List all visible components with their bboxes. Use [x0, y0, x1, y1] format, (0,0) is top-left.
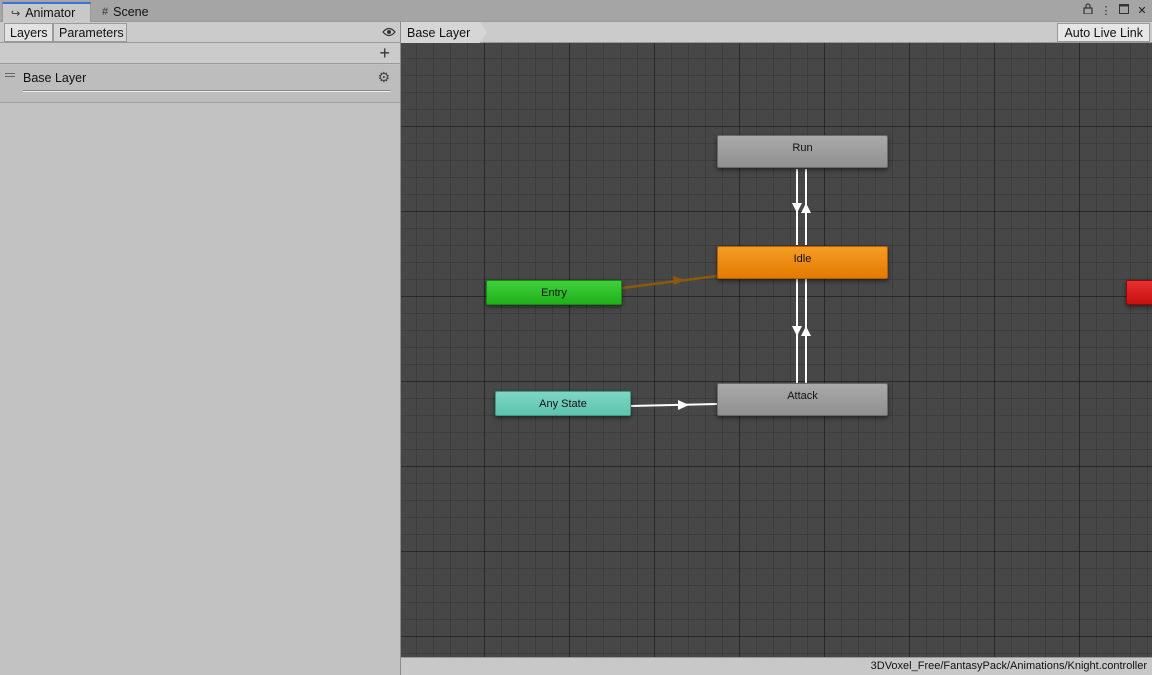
close-icon[interactable]: ✕ [1136, 4, 1148, 17]
state-any-state-label: Any State [539, 398, 587, 410]
arrow-head [792, 326, 802, 336]
grid-icon: # [102, 6, 109, 18]
asset-path: 3DVoxel_Free/FantasyPack/Animations/Knig… [870, 660, 1147, 672]
layer-name: Base Layer [23, 71, 87, 85]
state-attack-label: Attack [787, 390, 818, 402]
breadcrumb[interactable]: Base Layer [401, 22, 488, 43]
more-icon[interactable]: ⋮ [1100, 4, 1112, 17]
add-layer-icon[interactable]: + [379, 44, 390, 62]
state-any-state[interactable]: Any State [495, 391, 631, 416]
animator-icon: ↪ [11, 7, 21, 20]
arrow-head [801, 326, 811, 336]
transition-entry-to-idle[interactable] [621, 274, 718, 290]
tab-scene[interactable]: # Scene [94, 2, 164, 22]
lock-icon[interactable] [1082, 3, 1094, 17]
subtab-parameters[interactable]: Parameters [53, 23, 127, 42]
state-run-label: Run [792, 142, 813, 154]
arrow-head [801, 203, 811, 213]
state-entry[interactable]: Entry [486, 280, 622, 305]
status-bar: 3DVoxel_Free/FantasyPack/Animations/Knig… [401, 657, 1152, 675]
arrow-head [678, 400, 689, 410]
state-entry-label: Entry [541, 287, 567, 299]
layer-item[interactable]: Base Layer ⚙ [0, 65, 400, 103]
eye-icon[interactable] [382, 25, 396, 40]
tab-animator[interactable]: ↪ Animator [2, 2, 91, 22]
auto-live-link-button[interactable]: Auto Live Link [1057, 23, 1150, 42]
state-exit[interactable] [1126, 280, 1152, 305]
state-idle[interactable]: Idle [717, 246, 888, 279]
tab-scene-label: Scene [113, 5, 149, 19]
subtab-layers[interactable]: Layers [4, 23, 53, 42]
state-run[interactable]: Run [717, 135, 888, 168]
layers-panel: Layers Parameters + Base Layer ⚙ [0, 22, 401, 675]
state-idle-label: Idle [793, 253, 812, 265]
transition-any-to-attack[interactable] [630, 403, 718, 407]
drag-handle-icon[interactable] [5, 73, 15, 77]
gear-icon[interactable]: ⚙ [377, 69, 390, 86]
graph-header: Base Layer Auto Live Link [401, 22, 1152, 43]
window-tab-bar: ↪ Animator # Scene ⋮ ✕ [0, 0, 1152, 22]
state-attack[interactable]: Attack [717, 383, 888, 416]
state-machine-graph[interactable]: Run Idle Entry Attack Any State [401, 43, 1152, 657]
window-controls: ⋮ ✕ [1082, 3, 1148, 17]
arrow-head [673, 276, 685, 285]
arrow-head [792, 203, 802, 213]
tab-animator-label: Animator [25, 6, 76, 20]
layer-weight-bar [23, 90, 390, 92]
panel-subtabs: Layers Parameters [0, 22, 400, 43]
maximize-icon[interactable] [1118, 3, 1130, 17]
layer-toolbar: + [0, 43, 400, 64]
